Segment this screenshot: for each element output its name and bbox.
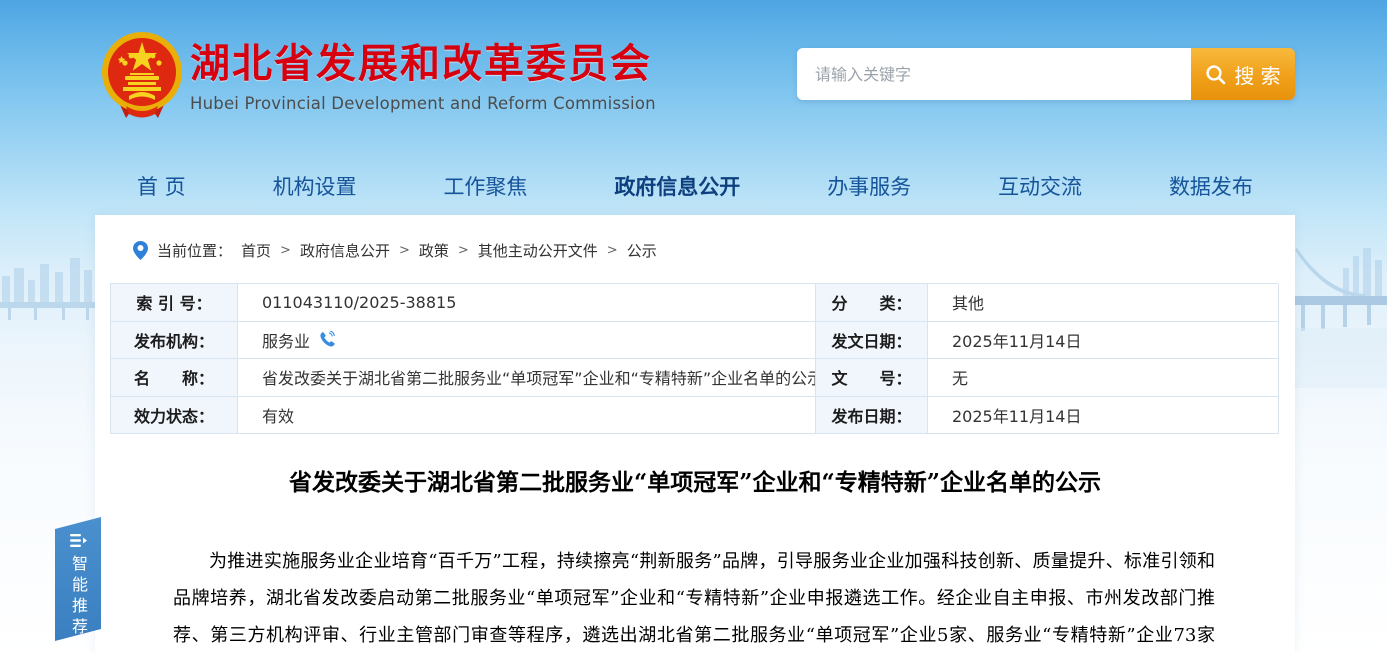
meta-value-title: 省发改委关于湖北省第二批服务业“单项冠军”企业和“专精特新”企业名单的公示 [238, 359, 816, 397]
issuing-agency-text: 服务业 [262, 328, 310, 352]
meta-label-category: 分 类： [816, 284, 928, 322]
meta-value-index-number: 011043110/2025-38815 [238, 284, 816, 322]
nav-item-home[interactable]: 首 页 [137, 171, 186, 201]
site-identity: 湖北省发展和改革委员会 Hubei Provincial Development… [190, 42, 656, 113]
nav-item-gov-info-disclosure[interactable]: 政府信息公开 [614, 171, 740, 201]
meta-label-issuing-agency: 发布机构： [111, 322, 238, 360]
breadcrumb-separator: > [458, 243, 469, 258]
smart-recommendation-label: 智能推荐 [66, 555, 90, 639]
meta-label-publish-date: 发布日期： [816, 397, 928, 435]
breadcrumb-other-public-docs[interactable]: 其他主动公开文件 [478, 240, 598, 261]
nav-item-data-release[interactable]: 数据发布 [1169, 171, 1253, 201]
breadcrumb-separator: > [399, 243, 410, 258]
recommendation-list-icon [70, 533, 87, 548]
nav-item-work-focus[interactable]: 工作聚焦 [443, 171, 527, 201]
breadcrumb-public-notice[interactable]: 公示 [627, 240, 657, 261]
nav-item-interaction[interactable]: 互动交流 [998, 171, 1082, 201]
breadcrumb-prefix: 当前位置： [157, 240, 232, 261]
search-input[interactable] [797, 48, 1191, 100]
meta-value-issuing-agency: 服务业 [238, 322, 816, 360]
search-icon [1205, 64, 1226, 85]
smart-recommendation-ribbon[interactable]: 智能推荐 [55, 517, 101, 641]
page: 湖北省发展和改革委员会 Hubei Provincial Development… [0, 0, 1387, 653]
article-paragraph: 为推进实施服务业企业培育“百千万”工程，持续擦亮“荆新服务”品牌，引导服务业企业… [95, 543, 1295, 653]
meta-label-title: 名 称： [111, 359, 238, 397]
breadcrumb-separator: > [280, 243, 291, 258]
meta-value-category: 其他 [928, 284, 1279, 322]
breadcrumb-gov-info[interactable]: 政府信息公开 [300, 240, 390, 261]
breadcrumb: 当前位置： 首页 > 政府信息公开 > 政策 > 其他主动公开文件 > 公示 [133, 240, 657, 261]
meta-label-issue-date: 发文日期： [816, 322, 928, 360]
meta-label-doc-number: 文 号： [816, 359, 928, 397]
meta-value-issue-date: 2025年11月14日 [928, 322, 1279, 360]
site-subtitle: Hubei Provincial Development and Reform … [190, 94, 656, 113]
meta-value-publish-date: 2025年11月14日 [928, 397, 1279, 435]
breadcrumb-policy[interactable]: 政策 [419, 240, 449, 261]
main-navigation: 首 页 机构设置 工作聚焦 政府信息公开 办事服务 互动交流 数据发布 [95, 165, 1295, 207]
content-card: 当前位置： 首页 > 政府信息公开 > 政策 > 其他主动公开文件 > 公示 索… [95, 215, 1295, 653]
nav-item-services[interactable]: 办事服务 [827, 171, 911, 201]
search-button[interactable]: 搜 索 [1191, 48, 1295, 100]
article-title: 省发改委关于湖北省第二批服务业“单项冠军”企业和“专精特新”企业名单的公示 [95, 463, 1295, 497]
left-skyline-decoration [0, 228, 95, 348]
right-bridge-decoration [1295, 238, 1387, 408]
meta-label-validity-status: 效力状态： [111, 397, 238, 435]
site-title: 湖北省发展和改革委员会 [190, 42, 656, 86]
meta-value-doc-number: 无 [928, 359, 1279, 397]
search-bar: 搜 索 [797, 48, 1295, 100]
breadcrumb-home[interactable]: 首页 [241, 240, 271, 261]
location-pin-icon [133, 241, 148, 260]
search-button-label: 搜 索 [1234, 60, 1280, 89]
breadcrumb-separator: > [607, 243, 618, 258]
meta-label-index-number: 索 引 号： [111, 284, 238, 322]
meta-value-validity-status: 有效 [238, 397, 816, 435]
phone-icon[interactable] [319, 331, 336, 348]
nav-item-organization[interactable]: 机构设置 [273, 171, 357, 201]
document-meta-table: 索 引 号： 011043110/2025-38815 分 类： 其他 发布机构… [110, 283, 1278, 434]
national-emblem-logo [98, 30, 186, 124]
